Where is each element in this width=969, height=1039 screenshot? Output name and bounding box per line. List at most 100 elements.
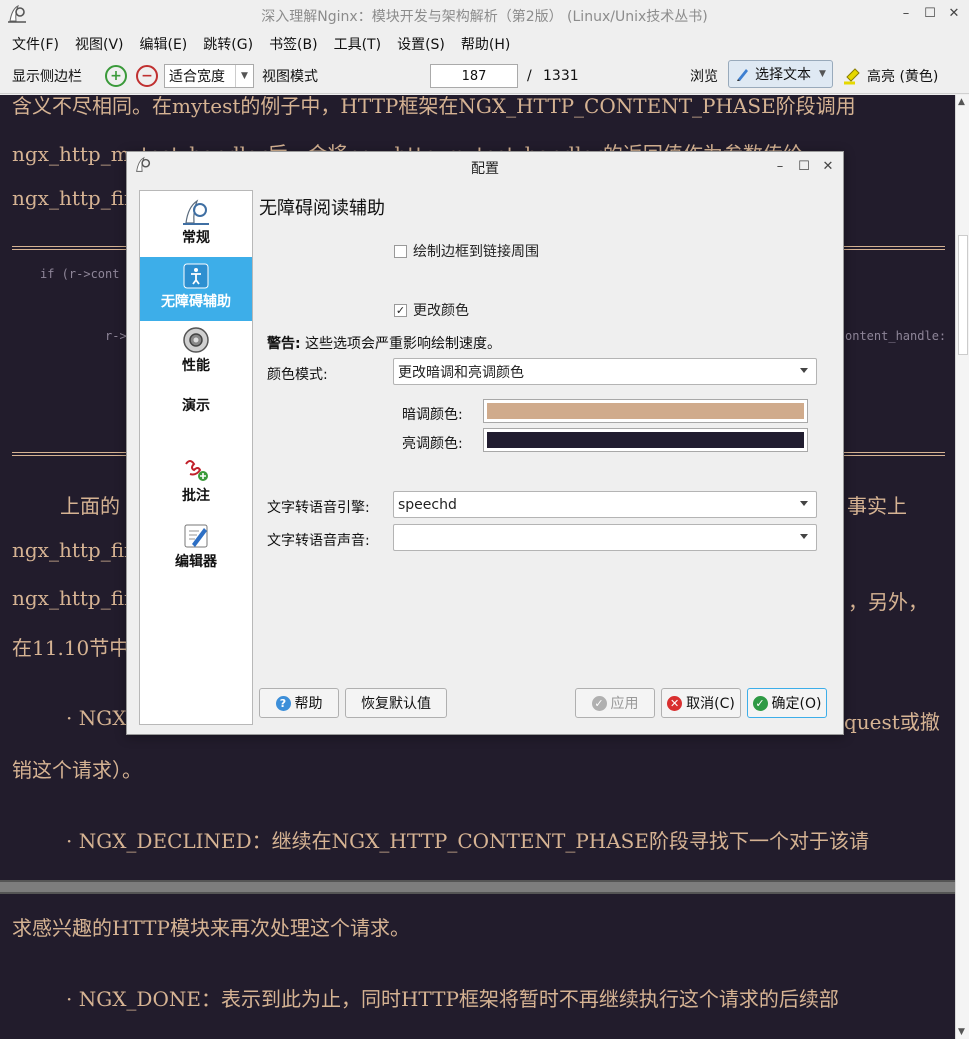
code-line: r->: [105, 329, 127, 343]
page-total: 1331: [543, 68, 579, 84]
select-text-button[interactable]: 选择文本 ▼: [728, 60, 833, 88]
zoom-mode-value: 适合宽度: [169, 69, 225, 85]
zoom-out-button[interactable]: −: [136, 63, 158, 89]
dark-color-label: 暗调颜色:: [402, 407, 463, 423]
color-mode-label: 颜色模式:: [267, 367, 328, 383]
vertical-scrollbar[interactable]: ▲ ▼: [955, 95, 969, 1039]
sidebar-item-accessibility[interactable]: 无障碍辅助: [140, 257, 252, 321]
sidebar-item-label: 性能: [182, 358, 210, 374]
help-icon: ?: [275, 695, 291, 711]
change-colors-label: 更改颜色: [413, 303, 469, 319]
sidebar-item-general[interactable]: 常规: [140, 193, 252, 257]
scrollbar-thumb[interactable]: [958, 235, 968, 355]
text-select-icon: [737, 69, 748, 81]
doc-line: · NGX_DECLINED：继续在NGX_HTTP_CONTENT_PHASE…: [66, 829, 869, 853]
menu-settings[interactable]: 设置(S): [389, 34, 453, 54]
sidebar-item-editor[interactable]: 编辑器: [140, 521, 252, 579]
minimize-button[interactable]: –: [899, 4, 913, 22]
scroll-up-icon[interactable]: ▲: [958, 97, 965, 107]
close-button[interactable]: ✕: [947, 4, 961, 22]
doc-line: 求感兴趣的HTTP模块来再次处理这个请求。: [12, 916, 410, 940]
code-line: ontent_handle:: [845, 329, 947, 343]
menu-file[interactable]: 文件(F): [4, 34, 67, 54]
draw-border-label: 绘制边框到链接周围: [413, 244, 539, 260]
help-button-label: 帮助: [294, 696, 323, 712]
change-colors-checkbox[interactable]: ✓ 更改颜色: [394, 300, 469, 320]
cancel-button-label: 取消(C): [686, 696, 735, 712]
dark-color-button[interactable]: [483, 399, 808, 423]
maximize-button[interactable]: ☐: [923, 4, 937, 22]
show-sidebar-button[interactable]: 显示侧边栏: [12, 63, 82, 89]
sidebar-item-presentation[interactable]: 演示: [140, 395, 252, 419]
menu-view[interactable]: 视图(V): [67, 34, 132, 54]
doc-line: · NGX: [66, 706, 127, 730]
select-text-label: 选择文本: [755, 67, 811, 83]
color-mode-value: 更改暗调和亮调颜色: [398, 364, 524, 381]
checkmark-icon: ✓: [394, 303, 407, 317]
color-mode-select[interactable]: 更改暗调和亮调颜色: [393, 358, 817, 385]
doc-line: quest或撤: [844, 710, 940, 734]
dialog-close-button[interactable]: ✕: [821, 157, 835, 175]
zoom-mode-select[interactable]: 适合宽度 ▼: [164, 64, 254, 88]
settings-dialog: 配置 – ☐ ✕ 常规 无障碍辅助 性能 演示 批注 编辑器 无障碍阅读辅助 绘…: [126, 151, 844, 735]
menu-go[interactable]: 跳转(G): [195, 34, 261, 54]
doc-line: ，另外，: [848, 590, 928, 614]
view-mode-button[interactable]: 视图模式: [262, 63, 318, 89]
ok-button[interactable]: ✓ 确定(O): [747, 688, 827, 718]
warning-text: 警告: 这些选项会严重影响绘制速度。: [267, 333, 501, 353]
doc-line: 事实上: [847, 494, 907, 518]
restore-defaults-label: 恢复默认值: [361, 696, 431, 712]
highlighter-icon: [844, 68, 860, 85]
warning-message: 这些选项会严重影响绘制速度。: [300, 336, 502, 352]
dialog-title: 配置: [471, 161, 499, 177]
sidebar-item-performance[interactable]: 性能: [140, 325, 252, 381]
doc-line: · NGX_DONE：表示到此为止，同时HTTP框架将暂时不再继续执行这个请求的…: [66, 987, 839, 1011]
window-titlebar: 深入理解Nginx：模块开发与架构解析（第2版） (Linux/Unix技术丛书…: [0, 0, 969, 30]
doc-line: 在11.10节中: [12, 636, 130, 660]
chevron-down-icon: ▼: [819, 69, 826, 79]
sidebar-item-label: 批注: [182, 488, 210, 504]
apply-button-label: 应用: [610, 696, 639, 712]
cancel-button[interactable]: ✕ 取消(C): [661, 688, 741, 718]
sidebar-item-label: 演示: [182, 398, 210, 414]
light-color-button[interactable]: [483, 428, 808, 452]
chevron-down-icon: [800, 534, 808, 539]
page-title: 无障碍阅读辅助: [259, 198, 385, 219]
light-color-label: 亮调颜色:: [402, 436, 463, 452]
dialog-maximize-button[interactable]: ☐: [797, 157, 811, 175]
scroll-down-icon[interactable]: ▼: [958, 1027, 965, 1037]
highlight-tool-button[interactable]: 高亮 (黄色): [843, 63, 938, 89]
tts-voice-select[interactable]: [393, 524, 817, 551]
page-separator: /: [527, 68, 532, 84]
menu-help[interactable]: 帮助(H): [453, 34, 518, 54]
tts-engine-label: 文字转语音引擎:: [267, 500, 370, 516]
main-toolbar: 显示侧边栏 + − 适合宽度 ▼ 视图模式 187 / 1331 浏览 选择文本…: [0, 58, 969, 94]
chevron-down-icon: ▼: [235, 65, 253, 87]
ok-button-label: 确定(O): [771, 696, 822, 712]
menu-tools[interactable]: 工具(T): [326, 34, 389, 54]
doc-line: ngx_http_fin: [12, 538, 137, 562]
zoom-in-button[interactable]: +: [105, 63, 127, 89]
settings-sidebar: 常规 无障碍辅助 性能 演示 批注 编辑器: [139, 190, 253, 725]
menu-edit[interactable]: 编辑(E): [132, 34, 196, 54]
browse-tool-button[interactable]: 浏览: [690, 63, 718, 89]
sidebar-item-annotations[interactable]: 批注: [140, 455, 252, 513]
tts-engine-select[interactable]: speechd: [393, 491, 817, 518]
draw-border-checkbox[interactable]: 绘制边框到链接周围: [394, 241, 539, 261]
dialog-minimize-button[interactable]: –: [773, 157, 787, 175]
apply-button[interactable]: ✓ 应用: [575, 688, 655, 718]
apply-icon: ✓: [591, 695, 607, 711]
highlight-label: 高亮 (黄色): [867, 69, 939, 85]
tts-voice-label: 文字转语音声音:: [267, 533, 370, 549]
help-button[interactable]: ? 帮助: [259, 688, 339, 718]
dialog-titlebar: 配置 – ☐ ✕: [127, 152, 843, 180]
zoom-out-icon: −: [136, 65, 158, 87]
page-separator-bar: [0, 880, 955, 894]
menu-bar: 文件(F) 视图(V) 编辑(E) 跳转(G) 书签(B) 工具(T) 设置(S…: [0, 30, 969, 58]
restore-defaults-button[interactable]: 恢复默认值: [345, 688, 447, 718]
cancel-icon: ✕: [667, 695, 683, 711]
page-number-input[interactable]: 187: [430, 64, 518, 88]
general-icon: [183, 199, 209, 225]
menu-bookmarks[interactable]: 书签(B): [261, 34, 326, 54]
doc-line: ngx_http_fin: [12, 586, 137, 610]
